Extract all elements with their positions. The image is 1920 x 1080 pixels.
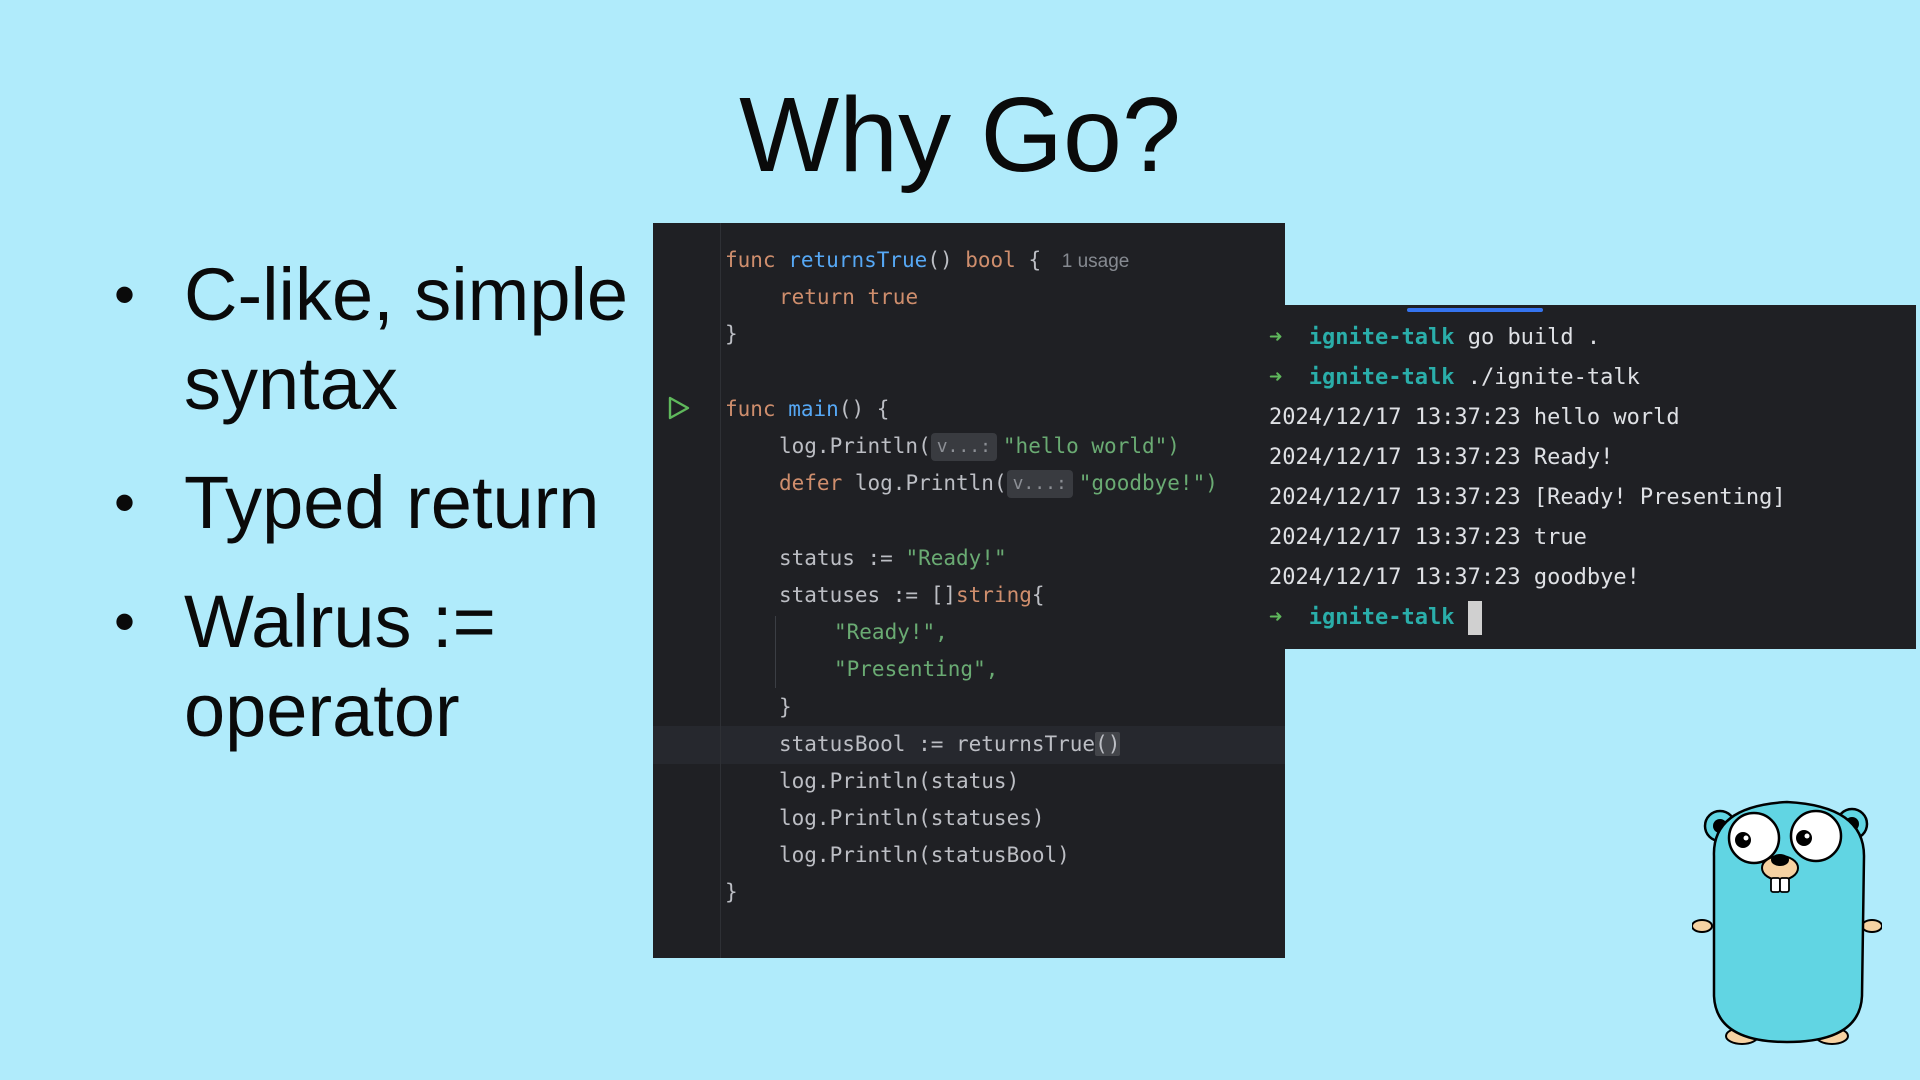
code-line: "Presenting", (834, 651, 998, 687)
prompt-dir: ignite-talk (1308, 605, 1455, 630)
terminal-output: 2024/12/17 13:37:23 goodbye! (1269, 565, 1640, 590)
indent-guide (775, 616, 776, 688)
code-token: "Presenting", (834, 657, 999, 681)
code-line: } (725, 322, 738, 346)
run-triangle-icon[interactable] (665, 395, 691, 421)
code-line: log.Println(statuses) (779, 800, 1045, 836)
code-token: return (779, 285, 855, 309)
param-hint: v...: (930, 433, 997, 461)
code-token: func (725, 397, 776, 421)
prompt-dir: ignite-talk (1308, 325, 1455, 350)
terminal-output: 2024/12/17 13:37:23 true (1269, 525, 1587, 550)
bullet-text: Walrus := operator (184, 580, 496, 752)
code-line: func returnsTrue() bool { 1 usage (725, 248, 1130, 272)
terminal-line: ➜ ignite-talk go build . (1269, 318, 1600, 358)
code-token: status := (779, 546, 906, 570)
code-line: defer log.Println(v...: "goodbye!") (779, 465, 1218, 501)
code-line: return true (779, 279, 918, 315)
terminal-command: ./ignite-talk (1467, 365, 1640, 390)
usage-hint[interactable]: 1 usage (1062, 251, 1130, 272)
bullet-dot: • (114, 469, 136, 536)
editor-gutter (653, 223, 721, 958)
code-token: main (788, 397, 839, 421)
code-token: log.Println( (779, 434, 931, 458)
bullet-dot: • (114, 588, 136, 655)
code-line: } (725, 880, 738, 904)
slide-title: Why Go? (739, 76, 1181, 194)
terminal-cursor (1467, 601, 1482, 635)
code-line: status := "Ready!" (779, 540, 1007, 576)
prompt-dir: ignite-talk (1308, 365, 1455, 390)
param-hint: v...: (1006, 470, 1073, 498)
code-line: log.Println(status) (779, 763, 1019, 799)
bullet-item: • C-like, simple syntax (108, 250, 648, 428)
terminal-panel: ➜ ignite-talk go build . ➜ ignite-talk .… (1261, 305, 1916, 649)
code-line: log.Println(statusBool) (779, 837, 1070, 873)
code-token: "Ready!", (834, 620, 948, 644)
bullet-item: • Typed return (108, 458, 648, 547)
terminal-tab-indicator (1407, 308, 1543, 312)
code-token: defer (779, 471, 843, 495)
code-token: returnsTrue (788, 248, 928, 272)
code-token: statusBool := returnsTrue (779, 732, 1096, 756)
terminal-line[interactable]: ➜ ignite-talk (1269, 598, 1482, 638)
code-token: log.Println(status) (779, 769, 1020, 793)
code-token: "hello world") (1002, 434, 1180, 458)
terminal-output: 2024/12/17 13:37:23 hello world (1269, 405, 1680, 430)
bullet-dot: • (114, 261, 136, 328)
bullet-list: • C-like, simple syntax • Typed return •… (108, 250, 648, 785)
bullet-text: Typed return (184, 461, 600, 544)
code-line: statusBool := returnsTrue() (779, 732, 1121, 756)
code-token: statuses := [] (779, 583, 957, 607)
prompt-arrow-icon: ➜ (1269, 325, 1283, 350)
prompt-arrow-icon: ➜ (1269, 365, 1283, 390)
terminal-command: go build . (1467, 325, 1601, 350)
code-line: log.Println(v...: "hello world") (779, 428, 1180, 464)
code-line: statuses := []string{ (779, 583, 1045, 607)
bullet-item: • Walrus := operator (108, 577, 648, 755)
code-token: func (725, 248, 776, 272)
code-line: func main() { (725, 397, 890, 421)
code-line: "Ready!", (834, 614, 948, 650)
code-token: log.Println(statuses) (779, 806, 1045, 830)
terminal-output: 2024/12/17 13:37:23 Ready! (1269, 445, 1614, 470)
code-token: log.Println(statusBool) (779, 843, 1070, 867)
terminal-output: 2024/12/17 13:37:23 [Ready! Presenting] (1269, 485, 1786, 510)
code-token: "Ready!" (905, 546, 1007, 570)
code-token: true (867, 285, 919, 309)
terminal-line: ➜ ignite-talk ./ignite-talk (1269, 358, 1640, 398)
code-token: string (956, 583, 1032, 607)
prompt-arrow-icon: ➜ (1269, 605, 1283, 630)
go-gopher-icon (1692, 800, 1882, 1045)
code-token: "goodbye!") (1078, 471, 1218, 495)
code-editor: func returnsTrue() bool { 1 usage return… (653, 223, 1285, 958)
code-token: log.Println( (854, 471, 1007, 495)
bullet-text: C-like, simple syntax (184, 253, 629, 425)
code-line: } (779, 695, 792, 719)
code-token: bool (965, 248, 1016, 272)
